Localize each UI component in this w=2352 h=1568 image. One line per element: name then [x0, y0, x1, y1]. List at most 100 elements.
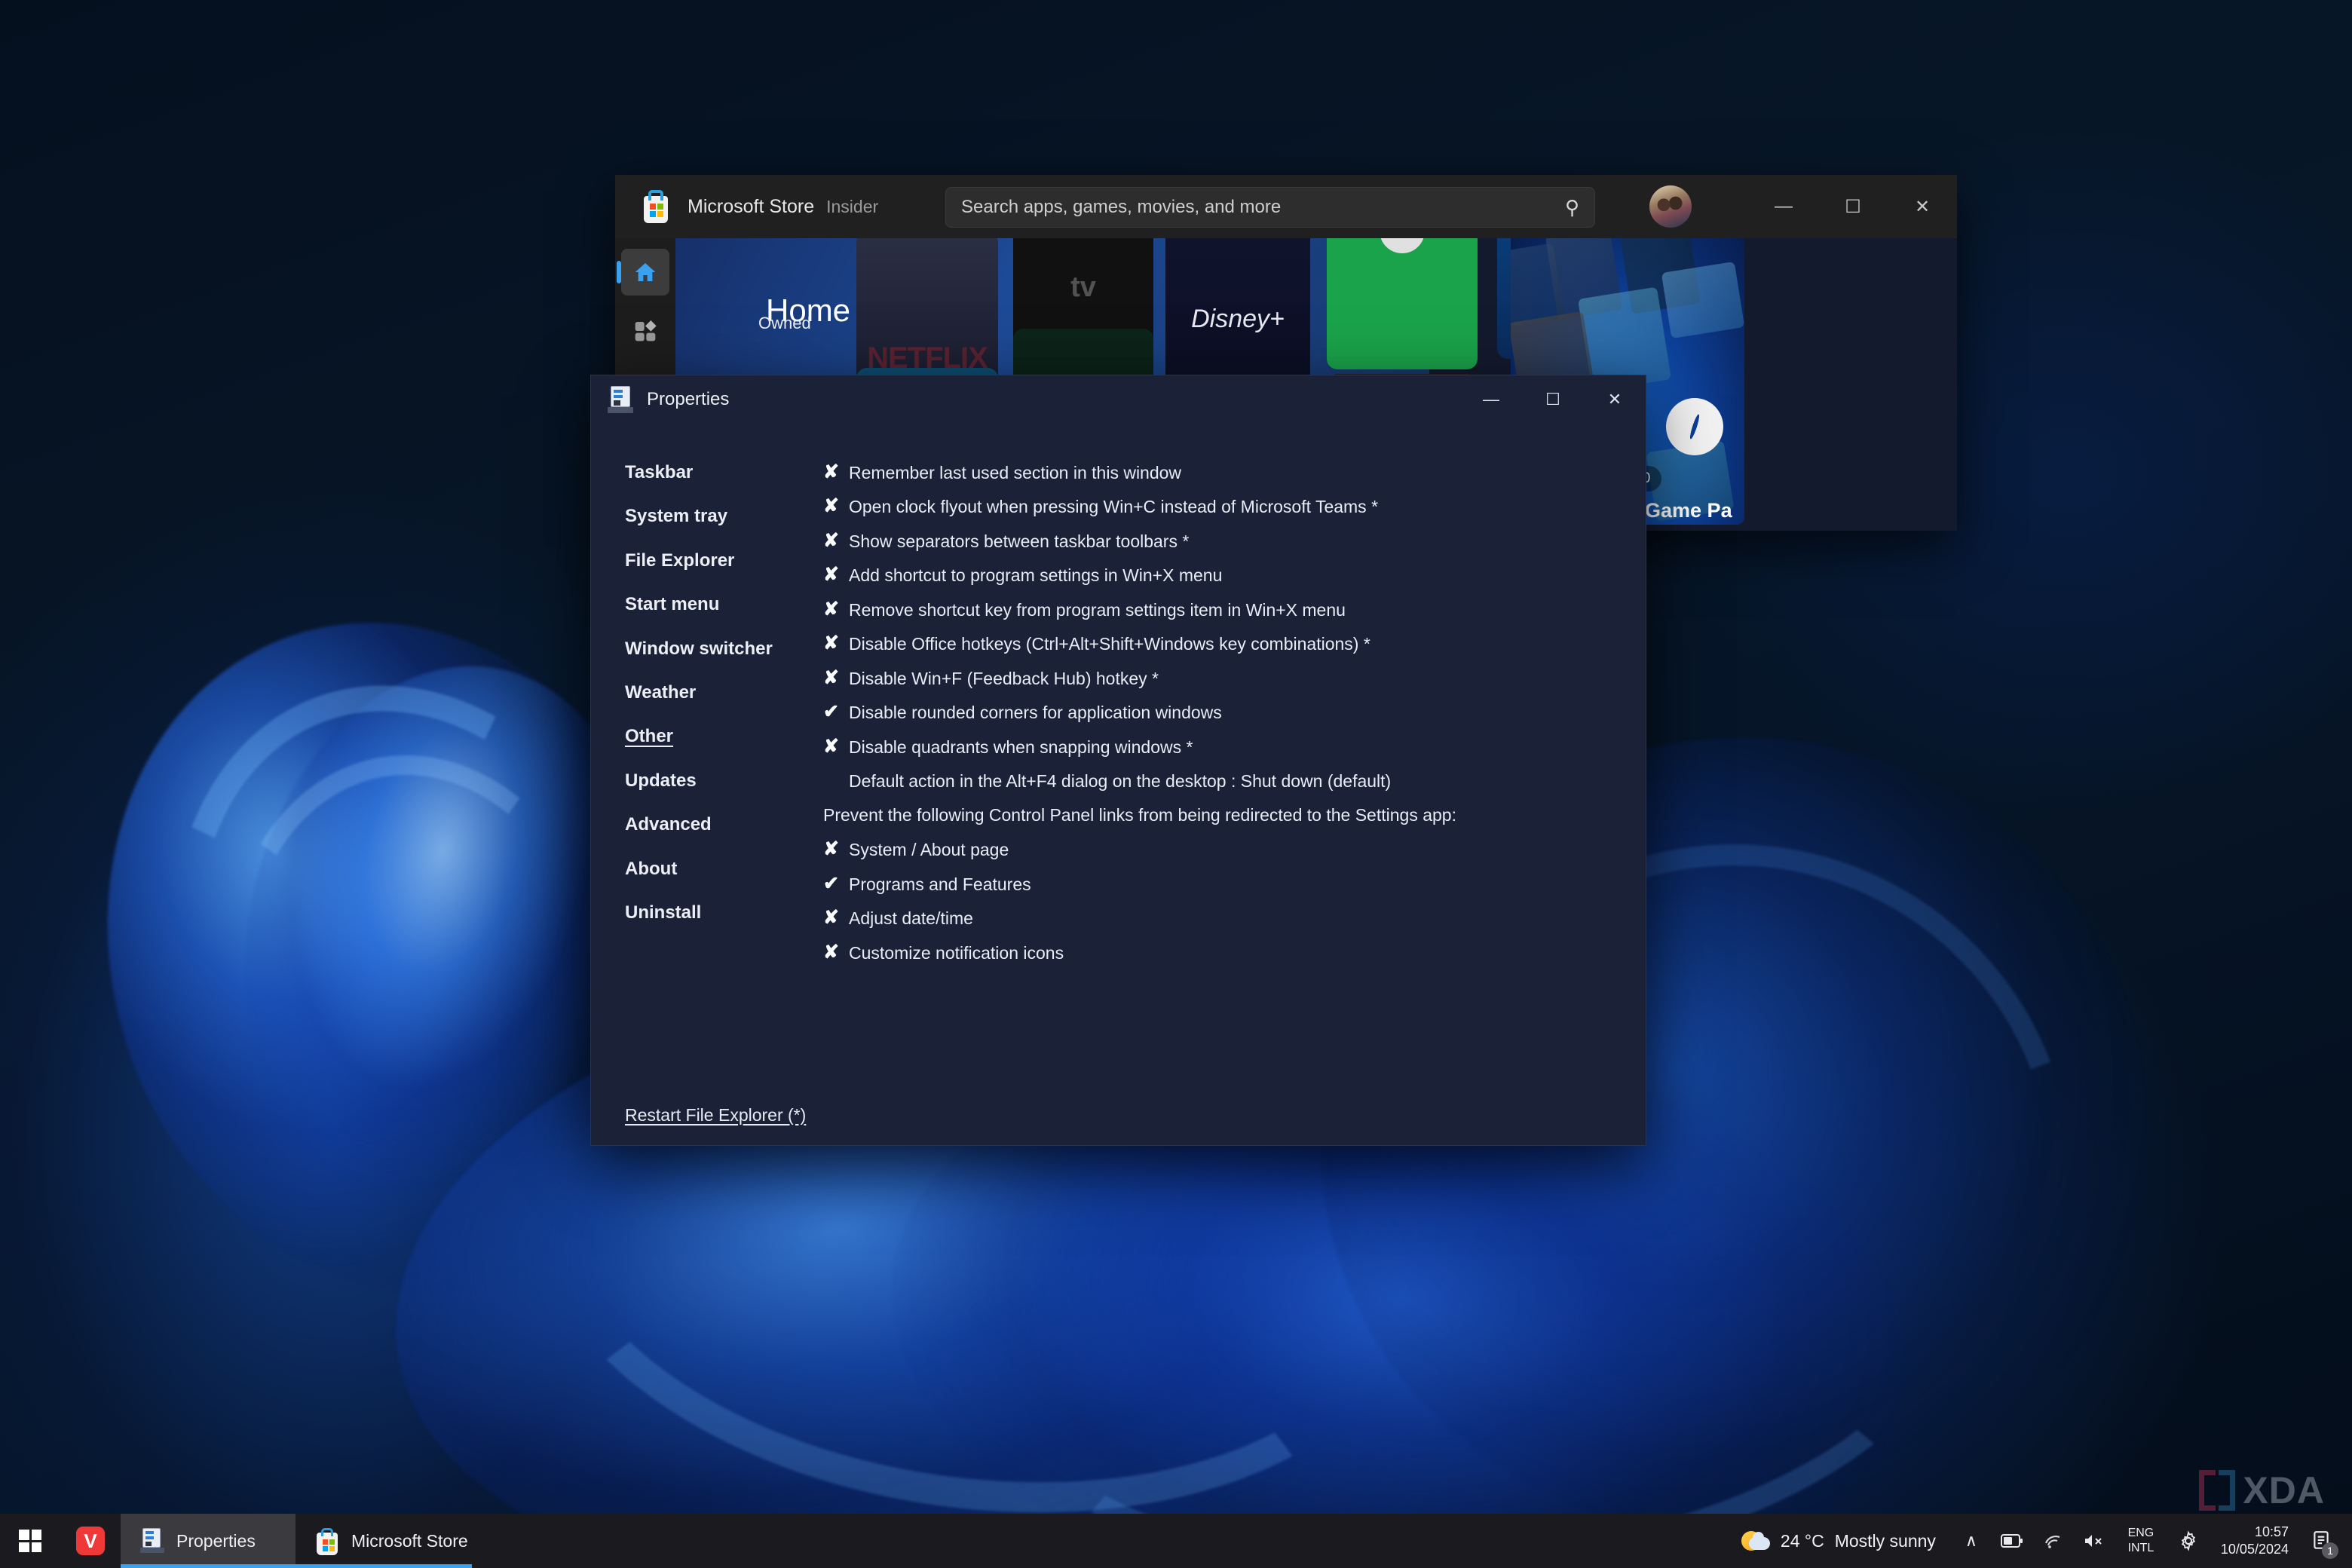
status-badge: Owned [758, 314, 811, 332]
start-button[interactable] [0, 1514, 60, 1568]
sidebar-item-file-explorer[interactable]: File Explorer [625, 550, 734, 571]
option-row-static[interactable]: Default action in the Alt+F4 dialog on t… [823, 771, 1615, 791]
sidebar-item-start-menu[interactable]: Start menu [625, 594, 719, 614]
battery-icon[interactable] [1992, 1514, 2032, 1568]
notification-icon[interactable]: 1 [2301, 1514, 2341, 1568]
checkbox-mark-icon[interactable]: ✘ [823, 634, 849, 653]
taskbar-item-vivaldi[interactable]: V [60, 1514, 121, 1568]
option-label: Disable Win+F (Feedback Hub) hotkey * [849, 668, 1159, 688]
checkbox-mark-icon[interactable]: ✘ [823, 599, 849, 619]
option-row[interactable]: ✔ Programs and Features [823, 874, 1615, 894]
minimize-button[interactable]: — [1460, 375, 1522, 424]
checkbox-mark-icon[interactable]: ✘ [823, 737, 849, 756]
sun-cloud-icon [1741, 1530, 1770, 1552]
checkbox-mark-icon[interactable]: ✔ [823, 874, 849, 893]
option-row[interactable]: ✘ Disable quadrants when snapping window… [823, 737, 1615, 757]
checkbox-mark-icon[interactable]: ✘ [823, 942, 849, 962]
checkbox-mark-icon[interactable]: ✘ [823, 908, 849, 927]
option-label: Show separators between taskbar toolbars… [849, 531, 1190, 551]
apps-icon [635, 320, 657, 341]
option-label: System / About page [849, 840, 1009, 860]
option-row[interactable]: ✘ Remove shortcut key from program setti… [823, 599, 1615, 620]
sidebar-item-uninstall[interactable]: Uninstall [625, 902, 701, 923]
sidebar-item-window-switcher[interactable]: Window switcher [625, 639, 773, 659]
checkbox-mark-icon[interactable]: ✘ [823, 531, 849, 550]
option-row[interactable]: ✘ Customize notification icons [823, 942, 1615, 963]
vivaldi-icon: V [76, 1527, 105, 1555]
system-tray[interactable]: 24 °C Mostly sunny ∧ ENG INTL 10:57 10/0… [1726, 1514, 2352, 1568]
properties-options-panel: ✘ Remember last used section in this win… [817, 424, 1646, 1085]
store-maximize-button[interactable]: ☐ [1818, 175, 1888, 238]
option-row[interactable]: ✘ Open clock flyout when pressing Win+C … [823, 497, 1615, 517]
store-search-input[interactable]: Search apps, games, movies, and more [961, 197, 1565, 218]
properties-app-icon [140, 1528, 164, 1554]
taskbar[interactable]: V Properties Microsoft Store 24 °C Mostl… [0, 1514, 2352, 1568]
option-row[interactable]: ✔ Disable rounded corners for applicatio… [823, 703, 1615, 723]
option-label: Programs and Features [849, 874, 1031, 894]
clock[interactable]: 10:57 10/05/2024 [2209, 1514, 2301, 1568]
taskbar-item-microsoft-store[interactable]: Microsoft Store [296, 1514, 472, 1568]
checkbox-mark-icon[interactable]: ✘ [823, 565, 849, 584]
option-row[interactable]: ✘ Show separators between taskbar toolba… [823, 531, 1615, 551]
sidebar-item-about[interactable]: About [625, 859, 677, 879]
checkbox-mark-icon[interactable]: ✔ [823, 703, 849, 721]
option-row[interactable]: ✘ Adjust date/time [823, 908, 1615, 929]
option-row[interactable]: ✘ Add shortcut to program settings in Wi… [823, 565, 1615, 586]
search-icon[interactable]: ⚲ [1565, 196, 1579, 219]
checkbox-mark-icon[interactable]: ✘ [823, 840, 849, 859]
gear-icon[interactable] [2168, 1514, 2209, 1568]
sidebar-item-other[interactable]: Other [625, 726, 673, 746]
close-button[interactable]: ✕ [1584, 375, 1646, 424]
xbox-logo-icon [1666, 398, 1723, 455]
sidebar-item-system-tray[interactable]: System tray [625, 506, 727, 526]
home-icon [635, 263, 656, 281]
language-indicator[interactable]: ENG INTL [2114, 1514, 2168, 1568]
tile-green-app[interactable] [1327, 238, 1478, 369]
language-line-1: ENG [2127, 1527, 2154, 1539]
xda-watermark: XDA [2199, 1468, 2325, 1512]
properties-app-icon [608, 386, 633, 413]
store-search-box[interactable]: Search apps, games, movies, and more ⚲ [945, 187, 1595, 228]
maximize-button[interactable]: ☐ [1522, 375, 1584, 424]
tile-label: tv [1070, 271, 1096, 303]
sidebar-item-taskbar[interactable]: Taskbar [625, 462, 693, 482]
option-row[interactable]: ✘ Disable Win+F (Feedback Hub) hotkey * [823, 668, 1615, 688]
option-label: Adjust date/time [849, 908, 973, 929]
sidebar-item-weather[interactable]: Weather [625, 682, 696, 703]
microsoft-store-icon [315, 1528, 339, 1555]
wifi-icon[interactable] [2032, 1514, 2073, 1568]
tray-overflow-button[interactable]: ∧ [1951, 1514, 1992, 1568]
weather-widget[interactable]: 24 °C Mostly sunny [1726, 1514, 1951, 1568]
option-row[interactable]: ✘ Disable Office hotkeys (Ctrl+Alt+Shift… [823, 634, 1615, 654]
tile-netflix[interactable]: NETFLIX [856, 238, 998, 383]
sidebar-item-updates[interactable]: Updates [625, 770, 697, 791]
tile-label: Disney+ [1191, 304, 1285, 333]
sidebar-item-apps[interactable] [621, 308, 669, 354]
option-row[interactable]: ✘ System / About page [823, 840, 1615, 860]
clock-time: 10:57 [2254, 1524, 2289, 1539]
store-minimize-button[interactable]: — [1749, 175, 1818, 238]
sidebar-item-home[interactable] [617, 249, 669, 296]
option-label: Add shortcut to program settings in Win+… [849, 565, 1223, 586]
option-label: Open clock flyout when pressing Win+C in… [849, 497, 1379, 517]
taskbar-item-properties[interactable]: Properties [121, 1514, 296, 1568]
properties-footer: Restart File Explorer (*) [591, 1085, 1646, 1145]
checkbox-mark-icon[interactable]: ✘ [823, 463, 849, 482]
store-titlebar: Microsoft Store Insider Search apps, gam… [615, 175, 1957, 238]
sidebar-item-advanced[interactable]: Advanced [625, 814, 712, 835]
avatar[interactable] [1649, 185, 1692, 228]
option-label: Disable rounded corners for application … [849, 703, 1222, 723]
page-title: Properties [647, 389, 730, 409]
option-label: Remember last used section in this windo… [849, 463, 1182, 482]
store-title: Microsoft Store [688, 195, 815, 217]
properties-sidebar[interactable]: Taskbar System tray File Explorer Start … [591, 424, 817, 1085]
properties-window[interactable]: Properties — ☐ ✕ Taskbar System tray Fil… [590, 375, 1646, 1146]
restart-file-explorer-link[interactable]: Restart File Explorer (*) [625, 1105, 806, 1125]
checkbox-mark-icon[interactable]: ✘ [823, 668, 849, 688]
option-row[interactable]: ✘ Remember last used section in this win… [823, 463, 1615, 483]
speaker-muted-icon[interactable] [2073, 1514, 2114, 1568]
checkbox-mark-icon[interactable]: ✘ [823, 497, 849, 516]
option-label: Customize notification icons [849, 942, 1064, 963]
active-indicator [296, 1564, 472, 1568]
store-close-button[interactable]: ✕ [1888, 175, 1957, 238]
